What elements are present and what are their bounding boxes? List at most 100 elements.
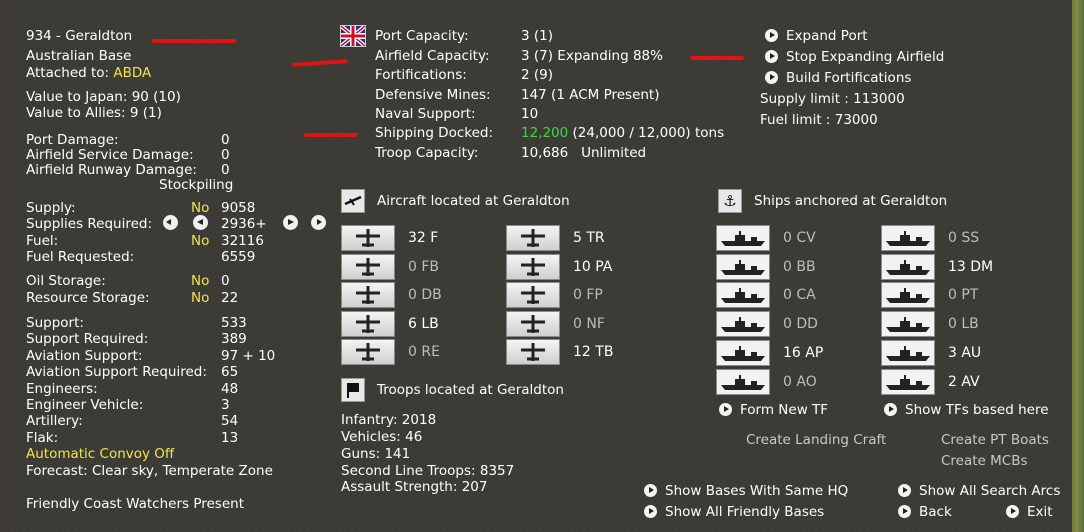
fuel-requested-label: Fuel Requested: [26, 249, 135, 265]
aircraft-db-count: 0 DB [408, 287, 442, 303]
back-button[interactable]: Back [898, 504, 952, 520]
fuel-stockpile-toggle[interactable]: No [191, 233, 209, 249]
aircraft-fp-icon[interactable] [506, 282, 560, 308]
supply-stockpile-toggle[interactable]: No [191, 200, 209, 216]
aircraft-f-count: 32 F [408, 230, 439, 246]
show-all-friendly-bases-button[interactable]: Show All Friendly Bases [644, 504, 824, 520]
decrease-icon[interactable] [193, 215, 208, 230]
oil-storage-toggle[interactable]: No [191, 273, 209, 289]
back-label: Back [919, 504, 952, 520]
build-fortifications-button[interactable]: Build Fortifications [765, 70, 911, 86]
show-tfs-based-here-button[interactable]: Show TFs based here [884, 402, 1049, 418]
fuel-requested-value: 6559 [221, 249, 256, 265]
ship-pt-icon[interactable] [881, 282, 935, 309]
ship-ss-count: 0 SS [948, 230, 980, 246]
flak-value: 13 [221, 430, 239, 446]
aircraft-section-title: Aircraft located at Geraldton [377, 193, 570, 209]
naval-support-label: Naval Support: [375, 106, 476, 122]
create-landing-craft-button[interactable]: Create Landing Craft [746, 432, 886, 448]
airfield-service-damage-label: Airfield Service Damage: [26, 147, 194, 163]
show-bases-same-hq-label: Show Bases With Same HQ [665, 483, 849, 499]
aircraft-nf-count: 0 NF [573, 315, 605, 332]
port-damage-value: 0 [221, 132, 230, 148]
red-markup-line [304, 133, 358, 137]
show-all-friendly-bases-label: Show All Friendly Bases [665, 504, 825, 520]
aircraft-f-icon[interactable] [341, 225, 395, 251]
show-bases-same-hq-button[interactable]: Show Bases With Same HQ [644, 483, 848, 499]
ships-section-header: ⚓ Ships anchored at Geraldton [718, 189, 947, 213]
guns: Guns: 141 [341, 446, 411, 462]
aircraft-section-header: Aircraft located at Geraldton [341, 189, 570, 213]
form-new-tf-button[interactable]: Form New TF [719, 402, 828, 418]
ship-ao-icon[interactable] [716, 368, 770, 395]
increase-fast-icon[interactable] [311, 215, 326, 230]
ship-lb-icon[interactable] [881, 311, 935, 338]
flag-icon [341, 378, 365, 402]
stockpiling-label: Stockpiling [159, 177, 234, 193]
arrow-right-icon [765, 50, 778, 63]
resource-storage-label: Resource Storage: [26, 290, 150, 306]
troop-capacity-label: Troop Capacity: [375, 145, 479, 161]
ship-cv-icon[interactable] [716, 225, 770, 251]
aircraft-tb-icon[interactable] [506, 339, 560, 365]
ship-dd-icon[interactable] [716, 311, 770, 338]
create-pt-boats-button[interactable]: Create PT Boats [941, 432, 1049, 448]
aircraft-tr-icon[interactable] [506, 225, 560, 251]
fortifications-label: Fortifications: [375, 67, 467, 83]
ship-pt-count: 0 PT [948, 287, 979, 304]
exit-label: Exit [1027, 504, 1053, 520]
aircraft-tr-count: 5 TR [573, 230, 605, 246]
stop-expanding-label: Stop Expanding Airfield [786, 49, 945, 65]
aircraft-tb-count: 12 TB [573, 344, 614, 360]
aircraft-re-count: 0 RE [408, 344, 440, 360]
base-type: Australian Base [26, 48, 132, 64]
aircraft-nf-icon[interactable] [506, 310, 560, 337]
automatic-convoy-toggle[interactable]: Automatic Convoy Off [26, 446, 174, 462]
show-all-search-arcs-button[interactable]: Show All Search Arcs [898, 483, 1060, 499]
resource-storage-toggle[interactable]: No [191, 290, 209, 306]
shipping-docked-amount: 12,200 [521, 125, 569, 141]
aircraft-lb-icon[interactable] [341, 310, 395, 337]
arrow-right-icon [644, 484, 657, 497]
expand-port-button[interactable]: Expand Port [765, 28, 868, 44]
support-required-label: Support Required: [26, 331, 149, 347]
aviation-support-value: 97 + 10 [221, 348, 276, 364]
ship-au-icon[interactable] [881, 339, 935, 366]
ship-bb-icon[interactable] [716, 253, 770, 280]
aircraft-pa-icon[interactable] [506, 253, 560, 280]
stop-expanding-airfield-button[interactable]: Stop Expanding Airfield [765, 49, 944, 65]
vehicles: Vehicles: 46 [341, 429, 423, 445]
airfield-capacity-label: Airfield Capacity: [375, 48, 490, 64]
arrow-right-icon [644, 505, 657, 518]
ship-ca-icon[interactable] [716, 282, 770, 309]
oil-storage-value: 0 [221, 273, 230, 289]
create-mcbs-button[interactable]: Create MCBs [941, 453, 1028, 469]
decrease-fast-icon[interactable] [163, 215, 178, 230]
oil-storage-label: Oil Storage: [26, 273, 106, 289]
ship-ca-count: 0 CA [783, 287, 816, 304]
arrow-right-icon [884, 403, 897, 416]
assault-strength: Assault Strength: 207 [341, 479, 488, 495]
ships-section-title: Ships anchored at Geraldton [754, 193, 948, 209]
ship-ap-icon[interactable] [716, 339, 770, 366]
aircraft-fb-icon[interactable] [341, 253, 395, 280]
exit-button[interactable]: Exit [1006, 504, 1053, 520]
union-jack-flag-icon [340, 25, 366, 47]
aircraft-re-icon[interactable] [341, 339, 395, 365]
ship-av-icon[interactable] [881, 368, 935, 395]
anchor-icon: ⚓ [718, 189, 742, 213]
defensive-mines-label: Defensive Mines: [375, 87, 491, 103]
aircraft-db-icon[interactable] [341, 282, 395, 308]
supply-value: 9058 [221, 200, 256, 216]
port-capacity-label: Port Capacity: [375, 28, 469, 44]
increase-icon[interactable] [283, 215, 298, 230]
fuel-value: 32116 [221, 233, 264, 249]
ship-ss-icon[interactable] [881, 225, 935, 251]
airfield-capacity-value: 3 (7) Expanding 88% [521, 48, 663, 64]
naval-support-value: 10 [521, 106, 539, 122]
build-fortifications-label: Build Fortifications [786, 70, 912, 86]
ship-dm-icon[interactable] [881, 253, 935, 280]
attached-hq-link[interactable]: ABDA [113, 65, 151, 81]
supply-label: Supply: [26, 200, 76, 216]
arrow-right-icon [719, 403, 732, 416]
